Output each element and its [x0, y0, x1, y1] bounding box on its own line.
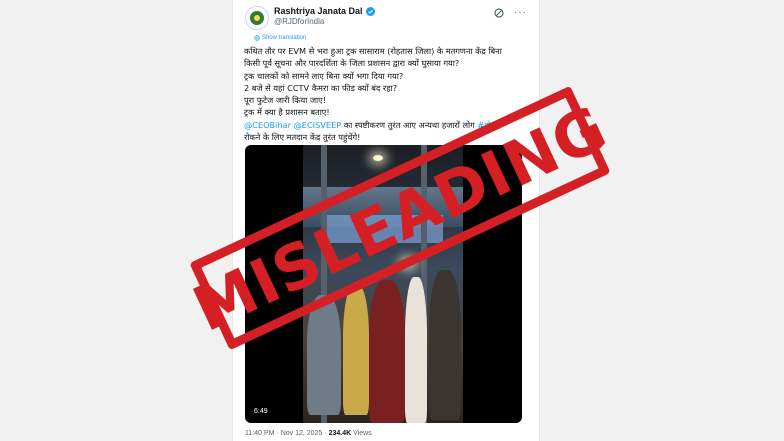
tweet-text-fragment: का स्पष्टीकरण तुरंत आए अन्यथा हजारों लोग: [341, 119, 478, 130]
tweet-line: पूरा फुटेज जारी किया जाए!: [244, 95, 326, 106]
video-scene-person: [307, 295, 341, 415]
mention-ceobihar[interactable]: @CEOBihar: [244, 120, 291, 130]
video-scene-person: [369, 280, 405, 423]
globe-icon: [254, 35, 260, 41]
tweet-time[interactable]: 11:40 PM: [245, 430, 274, 437]
show-translation-link[interactable]: Show translation: [254, 35, 306, 41]
show-translation-label: Show translation: [262, 35, 307, 41]
account-handle[interactable]: @RJDforIndia: [274, 17, 324, 26]
tweet-line: ट्रक में क्या है प्रशासन बताए!: [244, 107, 330, 118]
tweet-line: किसी पूर्व सूचना और पारदर्शिता के जिला प…: [244, 58, 460, 69]
tweet-line: 2 बजे से यहां CCTV कैमरा का फीड क्यों बं…: [244, 82, 398, 93]
video-scene-person: [343, 285, 369, 415]
tweet-date[interactable]: Nov 12, 2025: [281, 430, 323, 437]
tweet-line: कथित तौर पर EVM से भरा हुआ ट्रक सासाराम …: [244, 46, 502, 56]
tweet-line: ट्रक चालकों को सामने लाए बिना क्यों भगा …: [244, 70, 404, 81]
views-label: Views: [353, 430, 372, 437]
account-name-row: Rashtriya Janata Dal: [274, 6, 375, 16]
mention-ecisveep[interactable]: @ECISVEEP: [294, 120, 342, 130]
verified-badge-icon: [365, 6, 375, 16]
video-scene-light: [373, 155, 383, 161]
grok-icon[interactable]: [494, 8, 504, 18]
avatar-logo: [250, 11, 264, 25]
tweet-meta: 11:40 PM · Nov 12, 2025 · 234.4K Views: [245, 430, 372, 437]
video-scene-person: [405, 277, 427, 423]
video-duration: 6:49: [251, 407, 271, 416]
more-options-icon[interactable]: ···: [514, 8, 527, 18]
view-count: 234.4K: [328, 430, 352, 437]
tweet-actions-top: ···: [494, 8, 527, 18]
video-scene-person: [429, 270, 461, 420]
display-name[interactable]: Rashtriya Janata Dal: [274, 6, 363, 16]
avatar[interactable]: [245, 6, 269, 30]
